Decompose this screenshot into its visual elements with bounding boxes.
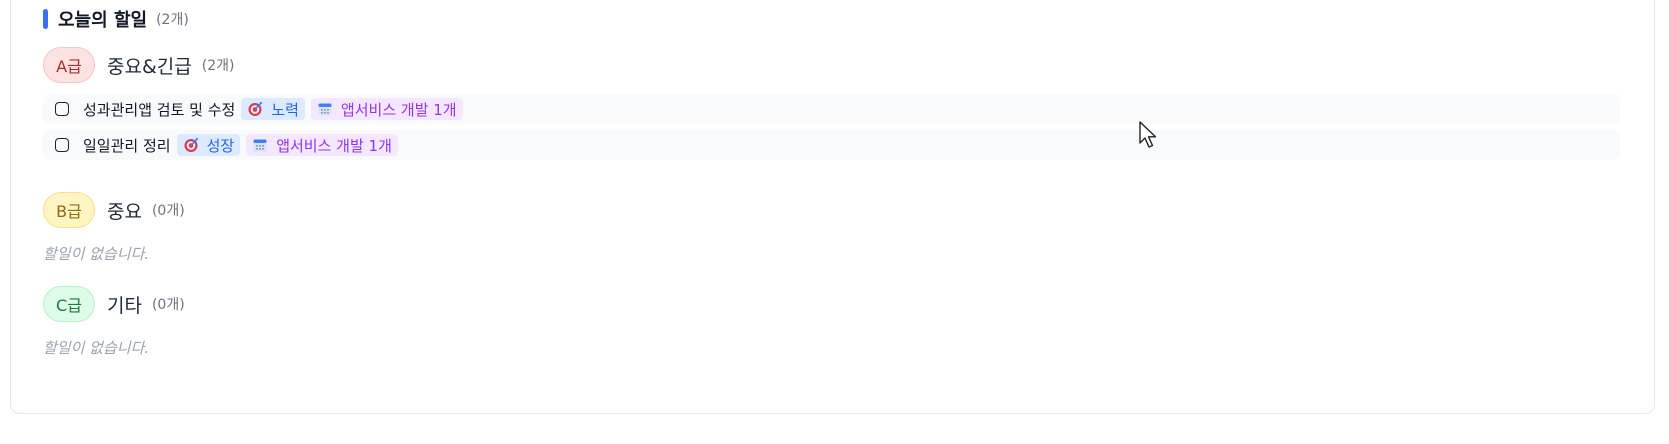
group-a-header: A급 중요&긴급 (2개) bbox=[43, 47, 234, 83]
goal-tag[interactable]: 노력 bbox=[241, 98, 305, 120]
task-title[interactable]: 일일관리 정리 bbox=[83, 135, 171, 156]
project-tag-label: 앱서비스 개발 1개 bbox=[276, 136, 392, 155]
grade-b-badge: B급 bbox=[43, 192, 95, 228]
group-a-count: (2개) bbox=[201, 58, 235, 74]
task-checkbox[interactable] bbox=[55, 102, 69, 116]
task-title[interactable]: 성과관리앱 검토 및 수정 bbox=[83, 99, 235, 120]
section-accent-bar bbox=[43, 9, 48, 29]
group-b-empty-text: 할일이 없습니다. bbox=[43, 245, 150, 263]
group-b-title: 중요 bbox=[107, 200, 142, 223]
task-row[interactable]: 성과관리앱 검토 및 수정 노력 앱서비스 개발 1개 bbox=[43, 94, 1620, 124]
task-row[interactable]: 일일관리 정리 성장 앱서비스 개발 1개 bbox=[43, 130, 1620, 160]
target-icon bbox=[248, 102, 263, 116]
group-a-title: 중요&긴급 bbox=[107, 55, 192, 78]
section-header: 오늘의 할일 (2개) bbox=[43, 7, 189, 31]
grade-c-badge: C급 bbox=[43, 286, 95, 322]
calendar-icon bbox=[318, 103, 332, 116]
group-b-header: B급 중요 (0개) bbox=[43, 192, 185, 228]
section-title: 오늘의 할일 bbox=[58, 10, 148, 31]
section-count: (2개) bbox=[156, 12, 189, 28]
project-tag[interactable]: 앱서비스 개발 1개 bbox=[246, 134, 398, 156]
grade-a-badge: A급 bbox=[43, 47, 95, 83]
project-tag-label: 앱서비스 개발 1개 bbox=[340, 100, 457, 119]
goal-tag-label: 성장 bbox=[206, 136, 235, 155]
group-c-header: C급 기타 (0개) bbox=[43, 286, 185, 322]
goal-tag-label: 노력 bbox=[271, 100, 299, 119]
group-c-count: (0개) bbox=[151, 297, 185, 313]
project-tag[interactable]: 앱서비스 개발 1개 bbox=[310, 98, 463, 120]
target-icon bbox=[184, 138, 198, 152]
task-checkbox[interactable] bbox=[55, 138, 69, 152]
today-tasks-card bbox=[10, 0, 1655, 414]
group-c-title: 기타 bbox=[107, 294, 142, 317]
goal-tag[interactable]: 성장 bbox=[176, 134, 241, 156]
mouse-cursor-icon bbox=[1139, 121, 1157, 148]
group-c-empty-text: 할일이 없습니다. bbox=[43, 339, 150, 357]
group-b-count: (0개) bbox=[151, 203, 185, 219]
calendar-icon bbox=[253, 139, 267, 152]
